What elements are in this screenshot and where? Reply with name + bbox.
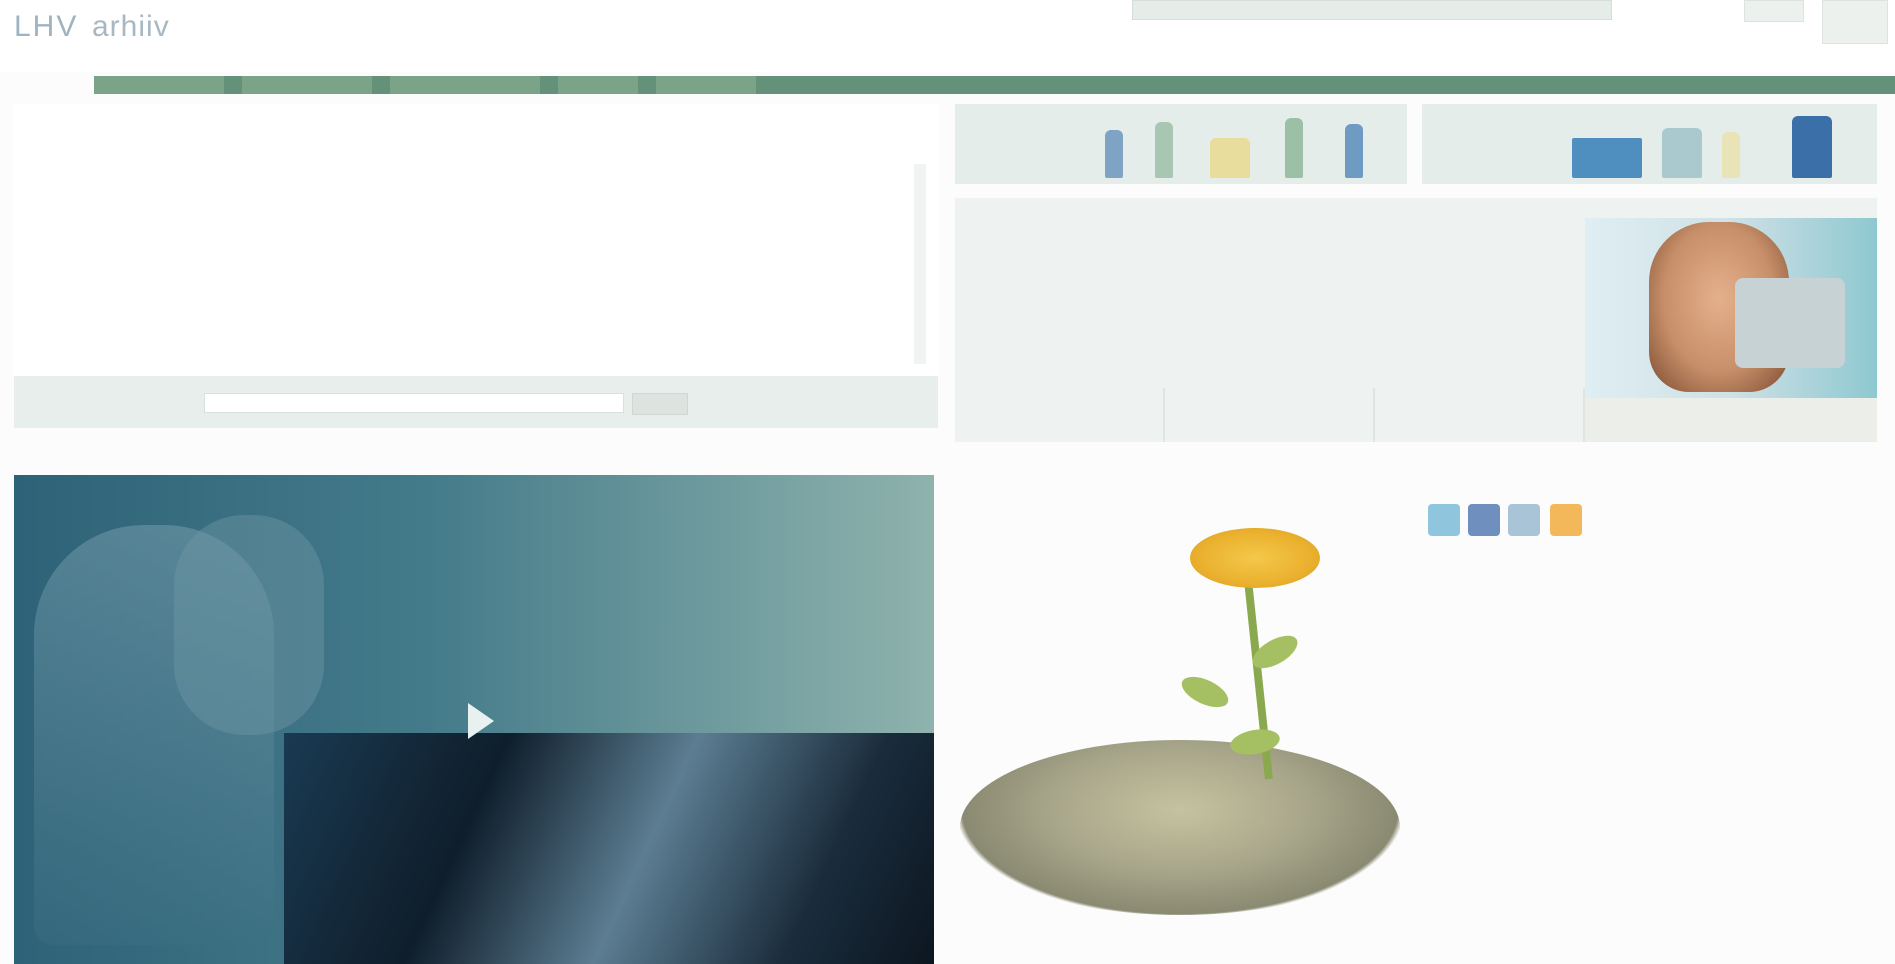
logo-second: arhiiv [92,10,170,43]
nav-item[interactable] [242,76,372,94]
search-strip [14,376,938,428]
figure-icon [1722,132,1740,178]
play-icon[interactable] [468,703,494,739]
figure-icon [1155,122,1173,178]
nav-item[interactable] [94,76,224,94]
nav-item[interactable] [558,76,638,94]
promo-banner[interactable] [955,104,1407,184]
news-photo[interactable] [1585,218,1877,442]
email-icon[interactable] [1508,504,1540,536]
facebook-icon[interactable] [1468,504,1500,536]
figure-icon [1285,118,1303,178]
figure-icon [1210,138,1250,178]
search-strip-button[interactable] [632,393,688,415]
figure-icon [1662,128,1702,178]
main-nav [94,76,1895,94]
document-photo [1735,278,1845,368]
video-player[interactable] [14,475,934,964]
nav-item[interactable] [656,76,756,94]
figure-icon [1792,116,1832,178]
video-frame [284,733,934,964]
leaf-shape [1177,670,1233,714]
coins-image [960,740,1400,915]
video-person-image [174,515,324,735]
logo[interactable]: LHV arhiiv [14,10,199,62]
nav-item[interactable] [390,76,540,94]
rss-icon[interactable] [1550,504,1582,536]
search-strip-input[interactable] [204,393,624,413]
figure-icon [1572,138,1642,178]
promo-banner[interactable] [1422,104,1877,184]
logo-main: LHV [14,10,79,43]
news-tab[interactable] [1375,388,1585,442]
top-button-1[interactable] [1744,0,1804,22]
news-photo-caption [1585,398,1877,442]
nav-home[interactable] [6,76,86,96]
flower-bloom [1190,528,1320,588]
top-button-2[interactable] [1822,0,1888,44]
figure-icon [1345,124,1363,178]
twitter-icon[interactable] [1428,504,1460,536]
top-search-input[interactable] [1132,0,1612,20]
news-tab[interactable] [1165,388,1375,442]
news-tabs [955,388,1585,442]
left-scrollbar[interactable] [914,164,926,364]
figure-icon [1105,130,1123,178]
left-info-box [14,104,938,376]
news-tab[interactable] [955,388,1165,442]
savings-image[interactable] [960,510,1400,920]
header: LHV arhiiv [0,0,1895,72]
news-box [955,198,1877,442]
